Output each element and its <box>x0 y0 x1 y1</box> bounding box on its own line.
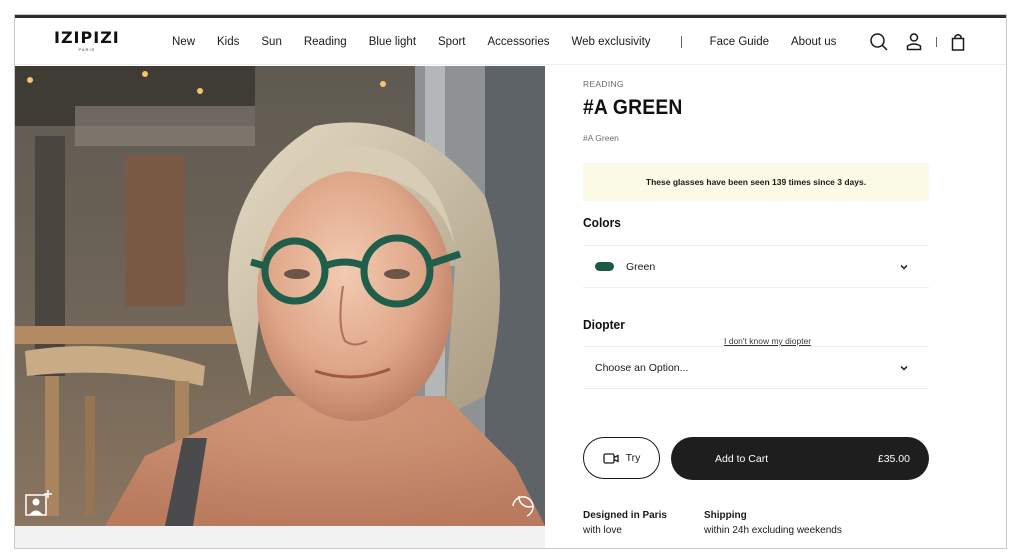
nav-item-face-guide[interactable]: Face Guide <box>710 36 769 48</box>
breadcrumb[interactable]: READING <box>583 79 624 89</box>
browser-frame: IZIPIZI PARIS New Kids Sun Reading Blue … <box>14 14 1007 549</box>
shipping-title: Shipping <box>704 510 747 521</box>
color-swatch <box>595 262 614 271</box>
color-select[interactable]: Green <box>583 245 929 288</box>
video-camera-icon <box>602 452 619 464</box>
price: £35.00 <box>877 452 910 465</box>
designed-title: Designed in Paris <box>583 510 667 521</box>
bag-icon[interactable] <box>948 32 968 52</box>
nav-item-kids[interactable]: Kids <box>217 36 239 48</box>
try-on-button[interactable]: Try <box>583 437 660 479</box>
icon-divider <box>936 37 937 47</box>
diopter-help-link[interactable]: I don't know my diopter <box>724 336 811 346</box>
nav-item-sun[interactable]: Sun <box>261 36 281 48</box>
photo-footer-strip <box>15 526 545 548</box>
main-nav: New Kids Sun Reading Blue light Sport Ac… <box>172 18 858 65</box>
designed-info: Designed in Paris with love <box>583 508 667 538</box>
selfie-image <box>15 66 545 526</box>
shipping-info: Shipping within 24h excluding weekends <box>704 508 842 538</box>
add-to-cart-label: Add to Cart <box>715 452 769 465</box>
diopter-select[interactable]: Choose an Option... <box>583 346 929 389</box>
site-header: IZIPIZI PARIS New Kids Sun Reading Blue … <box>15 18 1006 65</box>
search-icon[interactable] <box>869 32 889 52</box>
logo-subtitle: PARIS <box>78 47 96 52</box>
nav-item-sport[interactable]: Sport <box>438 36 466 48</box>
designed-text: with love <box>583 525 622 536</box>
diopter-label: Diopter <box>583 317 625 332</box>
shipping-text: within 24h excluding weekends <box>704 525 842 536</box>
nav-item-about-us[interactable]: About us <box>791 36 836 48</box>
brand-logo[interactable]: IZIPIZI PARIS <box>54 28 120 52</box>
chevron-down-icon <box>900 365 908 371</box>
nav-item-web-exclusivity[interactable]: Web exclusivity <box>572 36 651 48</box>
chevron-down-icon <box>900 264 908 270</box>
product-title: #A GREEN <box>583 96 683 119</box>
nav-item-new[interactable]: New <box>172 36 195 48</box>
nav-item-accessories[interactable]: Accessories <box>488 36 550 48</box>
nav-item-blue-light[interactable]: Blue light <box>369 36 416 48</box>
views-notice-text: These glasses have been seen 139 times s… <box>645 177 867 187</box>
add-to-cart-button[interactable]: Add to Cart £35.00 <box>671 437 929 480</box>
account-icon[interactable] <box>904 32 924 52</box>
diopter-placeholder: Choose an Option... <box>595 361 689 374</box>
color-value: Green <box>626 260 656 273</box>
try-on-photo <box>15 66 545 526</box>
views-notice: These glasses have been seen 139 times s… <box>583 163 929 201</box>
logo-wordmark: IZIPIZI <box>54 28 120 47</box>
nav-item-reading[interactable]: Reading <box>304 36 347 48</box>
try-label: Try <box>625 452 641 464</box>
nav-divider <box>680 35 682 48</box>
colors-label: Colors <box>583 215 621 230</box>
product-subtitle: #A Green <box>583 133 619 143</box>
